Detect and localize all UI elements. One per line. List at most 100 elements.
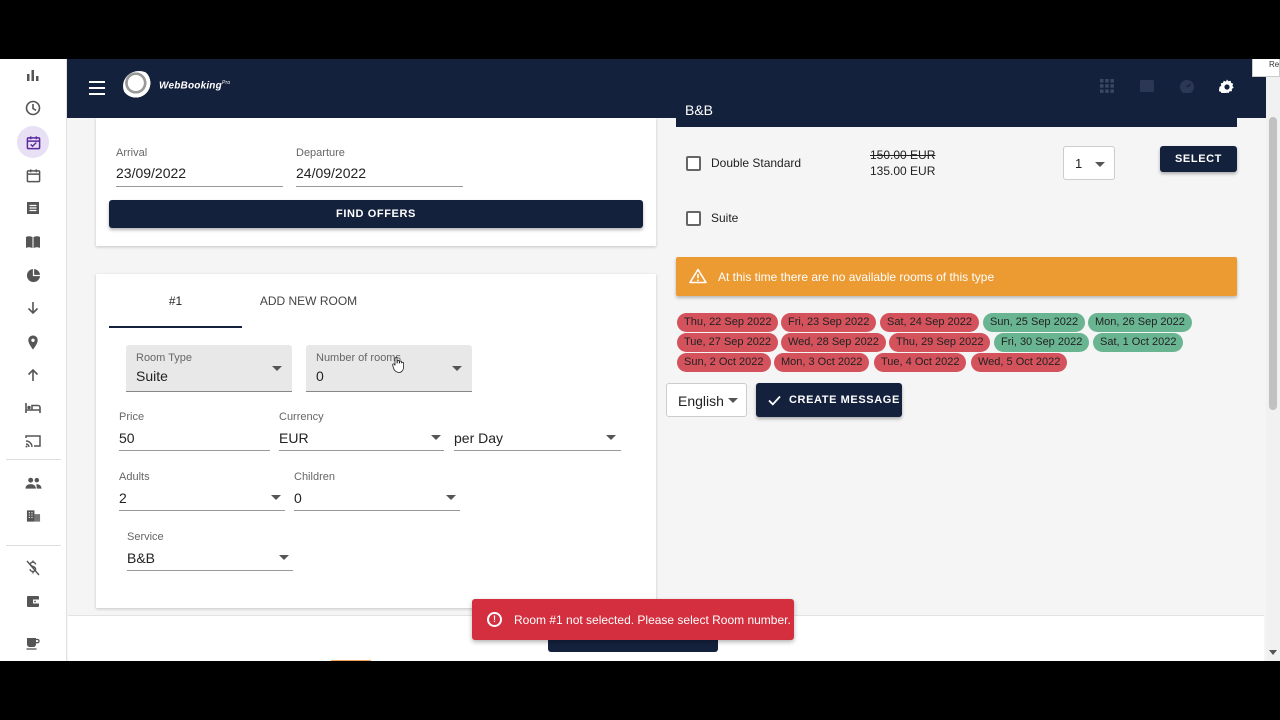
chevron-down-icon xyxy=(1095,162,1105,167)
period-select[interactable]: per Day xyxy=(454,430,503,446)
room-card: #1 ADD NEW ROOM Room Type Suite Number o… xyxy=(96,274,656,608)
chevron-down-icon xyxy=(452,366,462,371)
chevron-down-icon xyxy=(271,495,281,500)
menu-icon[interactable] xyxy=(89,81,105,95)
chevron-down-icon xyxy=(272,366,282,371)
tab-add-new-room[interactable]: ADD NEW ROOM xyxy=(242,274,375,328)
warning-icon xyxy=(689,268,707,284)
date-chip[interactable]: Mon, 26 Sep 2022 xyxy=(1088,313,1192,332)
popup-corner: Re xyxy=(1252,59,1280,77)
active-tab-indicator xyxy=(109,326,242,328)
room-checkbox-suite[interactable] xyxy=(686,211,701,226)
room-checkbox-double-standard[interactable] xyxy=(686,156,701,171)
price-label: Price xyxy=(119,411,145,423)
room-type-value: Suite xyxy=(136,368,168,384)
service-header: B&B xyxy=(676,93,1237,127)
chevron-down-icon xyxy=(279,555,289,560)
popup-corner-text: Re xyxy=(1269,60,1280,69)
room-type-select[interactable]: Room Type Suite xyxy=(126,345,292,392)
page-scrollbar[interactable] xyxy=(1266,59,1280,661)
chevron-down-icon xyxy=(606,435,616,440)
select-room-button[interactable]: SELECT xyxy=(1160,146,1237,172)
children-underline xyxy=(294,510,460,511)
date-chip[interactable]: Thu, 29 Sep 2022 xyxy=(889,333,991,352)
currency-label: Currency xyxy=(279,411,324,423)
people-icon[interactable] xyxy=(17,467,49,499)
date-chip[interactable]: Sat, 24 Sep 2022 xyxy=(880,313,980,332)
arrow-down-icon[interactable] xyxy=(17,292,49,324)
error-icon: ! xyxy=(487,612,502,627)
building-icon[interactable] xyxy=(17,500,49,532)
arrow-up-icon[interactable] xyxy=(17,359,49,391)
tab-room-1[interactable]: #1 xyxy=(109,274,242,328)
service-select[interactable]: B&B xyxy=(127,550,155,566)
date-chip[interactable]: Tue, 27 Sep 2022 xyxy=(677,333,779,352)
coffee-icon[interactable] xyxy=(17,627,49,659)
cast-icon[interactable] xyxy=(17,425,49,457)
bed-icon[interactable] xyxy=(17,392,49,424)
date-chip[interactable]: Wed, 28 Sep 2022 xyxy=(781,333,886,352)
warning-text: At this time there are no available room… xyxy=(718,269,995,284)
list-icon[interactable] xyxy=(17,192,49,224)
adults-select[interactable]: 2 xyxy=(119,490,127,506)
service-underline xyxy=(127,570,293,571)
app-screen: WebBookingPro Arrival 23/09/2022 Departu… xyxy=(0,59,1280,661)
departure-input[interactable]: 24/09/2022 xyxy=(296,165,366,181)
date-chip[interactable]: Wed, 5 Oct 2022 xyxy=(971,353,1068,372)
departure-underline xyxy=(296,186,463,187)
wallet-icon[interactable] xyxy=(17,585,49,617)
arrival-label: Arrival xyxy=(116,147,148,159)
children-select[interactable]: 0 xyxy=(294,490,302,506)
number-of-rooms-label: Number of rooms xyxy=(316,352,401,364)
money-off-icon[interactable] xyxy=(17,552,49,584)
price-input[interactable]: 50 xyxy=(119,430,135,446)
date-chip[interactable]: Sun, 25 Sep 2022 xyxy=(983,313,1086,332)
currency-underline xyxy=(279,450,444,451)
number-of-rooms-select[interactable]: Number of rooms 0 xyxy=(306,345,472,392)
snackbar-message: Room #1 not selected. Please select Room… xyxy=(514,612,791,627)
arrival-underline xyxy=(116,186,283,187)
date-chip[interactable]: Mon, 3 Oct 2022 xyxy=(774,353,870,372)
date-chip[interactable]: Fri, 23 Sep 2022 xyxy=(781,313,877,332)
room-type-label: Room Type xyxy=(136,352,193,364)
date-chip[interactable]: Tue, 4 Oct 2022 xyxy=(874,353,967,372)
find-offers-button[interactable]: FIND OFFERS xyxy=(109,200,643,228)
sidebar-divider xyxy=(6,545,61,546)
left-sidebar xyxy=(0,59,67,661)
date-chip[interactable]: Fri, 30 Sep 2022 xyxy=(994,333,1090,352)
room-quantity-select[interactable]: 1 xyxy=(1063,146,1115,180)
calendar-check-icon[interactable] xyxy=(17,126,49,158)
date-chip[interactable]: Thu, 22 Sep 2022 xyxy=(677,313,779,332)
chevron-down-icon xyxy=(446,495,456,500)
sidebar-divider xyxy=(6,459,61,460)
app-logo[interactable]: WebBookingPro xyxy=(123,71,230,101)
create-message-button[interactable]: CREATE MESSAGE xyxy=(756,383,902,417)
service-title: B&B xyxy=(685,102,714,118)
date-chip[interactable]: Sat, 1 Oct 2022 xyxy=(1093,333,1184,352)
arrival-input[interactable]: 23/09/2022 xyxy=(116,165,186,181)
accent-strip xyxy=(331,660,371,661)
date-chip[interactable]: Sun, 2 Oct 2022 xyxy=(677,353,771,372)
language-value: English xyxy=(678,393,724,409)
service-label: Service xyxy=(127,531,164,543)
chevron-down-icon xyxy=(728,398,738,403)
book-icon[interactable] xyxy=(17,226,49,258)
current-price: 135.00 EUR xyxy=(870,164,936,178)
language-select[interactable]: English xyxy=(666,383,747,417)
scroll-down-arrow-icon[interactable] xyxy=(1269,650,1277,655)
search-card: Arrival 23/09/2022 Departure 24/09/2022 … xyxy=(96,118,656,246)
room-name-suite: Suite xyxy=(711,211,739,225)
bar-chart-icon[interactable] xyxy=(17,59,49,91)
app-name-suffix: Pro xyxy=(221,80,231,87)
logo-globe-icon xyxy=(123,71,155,101)
room-name-double-standard: Double Standard xyxy=(711,156,802,170)
calendar-icon[interactable] xyxy=(17,159,49,191)
currency-select[interactable]: EUR xyxy=(279,430,309,446)
scrollbar-thumb[interactable] xyxy=(1269,117,1277,410)
location-pin-icon[interactable] xyxy=(17,326,49,358)
number-of-rooms-value: 0 xyxy=(316,368,324,384)
old-price: 150.00 EUR xyxy=(870,148,936,162)
clock-icon[interactable] xyxy=(17,92,49,124)
pie-chart-icon[interactable] xyxy=(17,259,49,291)
price-underline xyxy=(119,450,270,451)
